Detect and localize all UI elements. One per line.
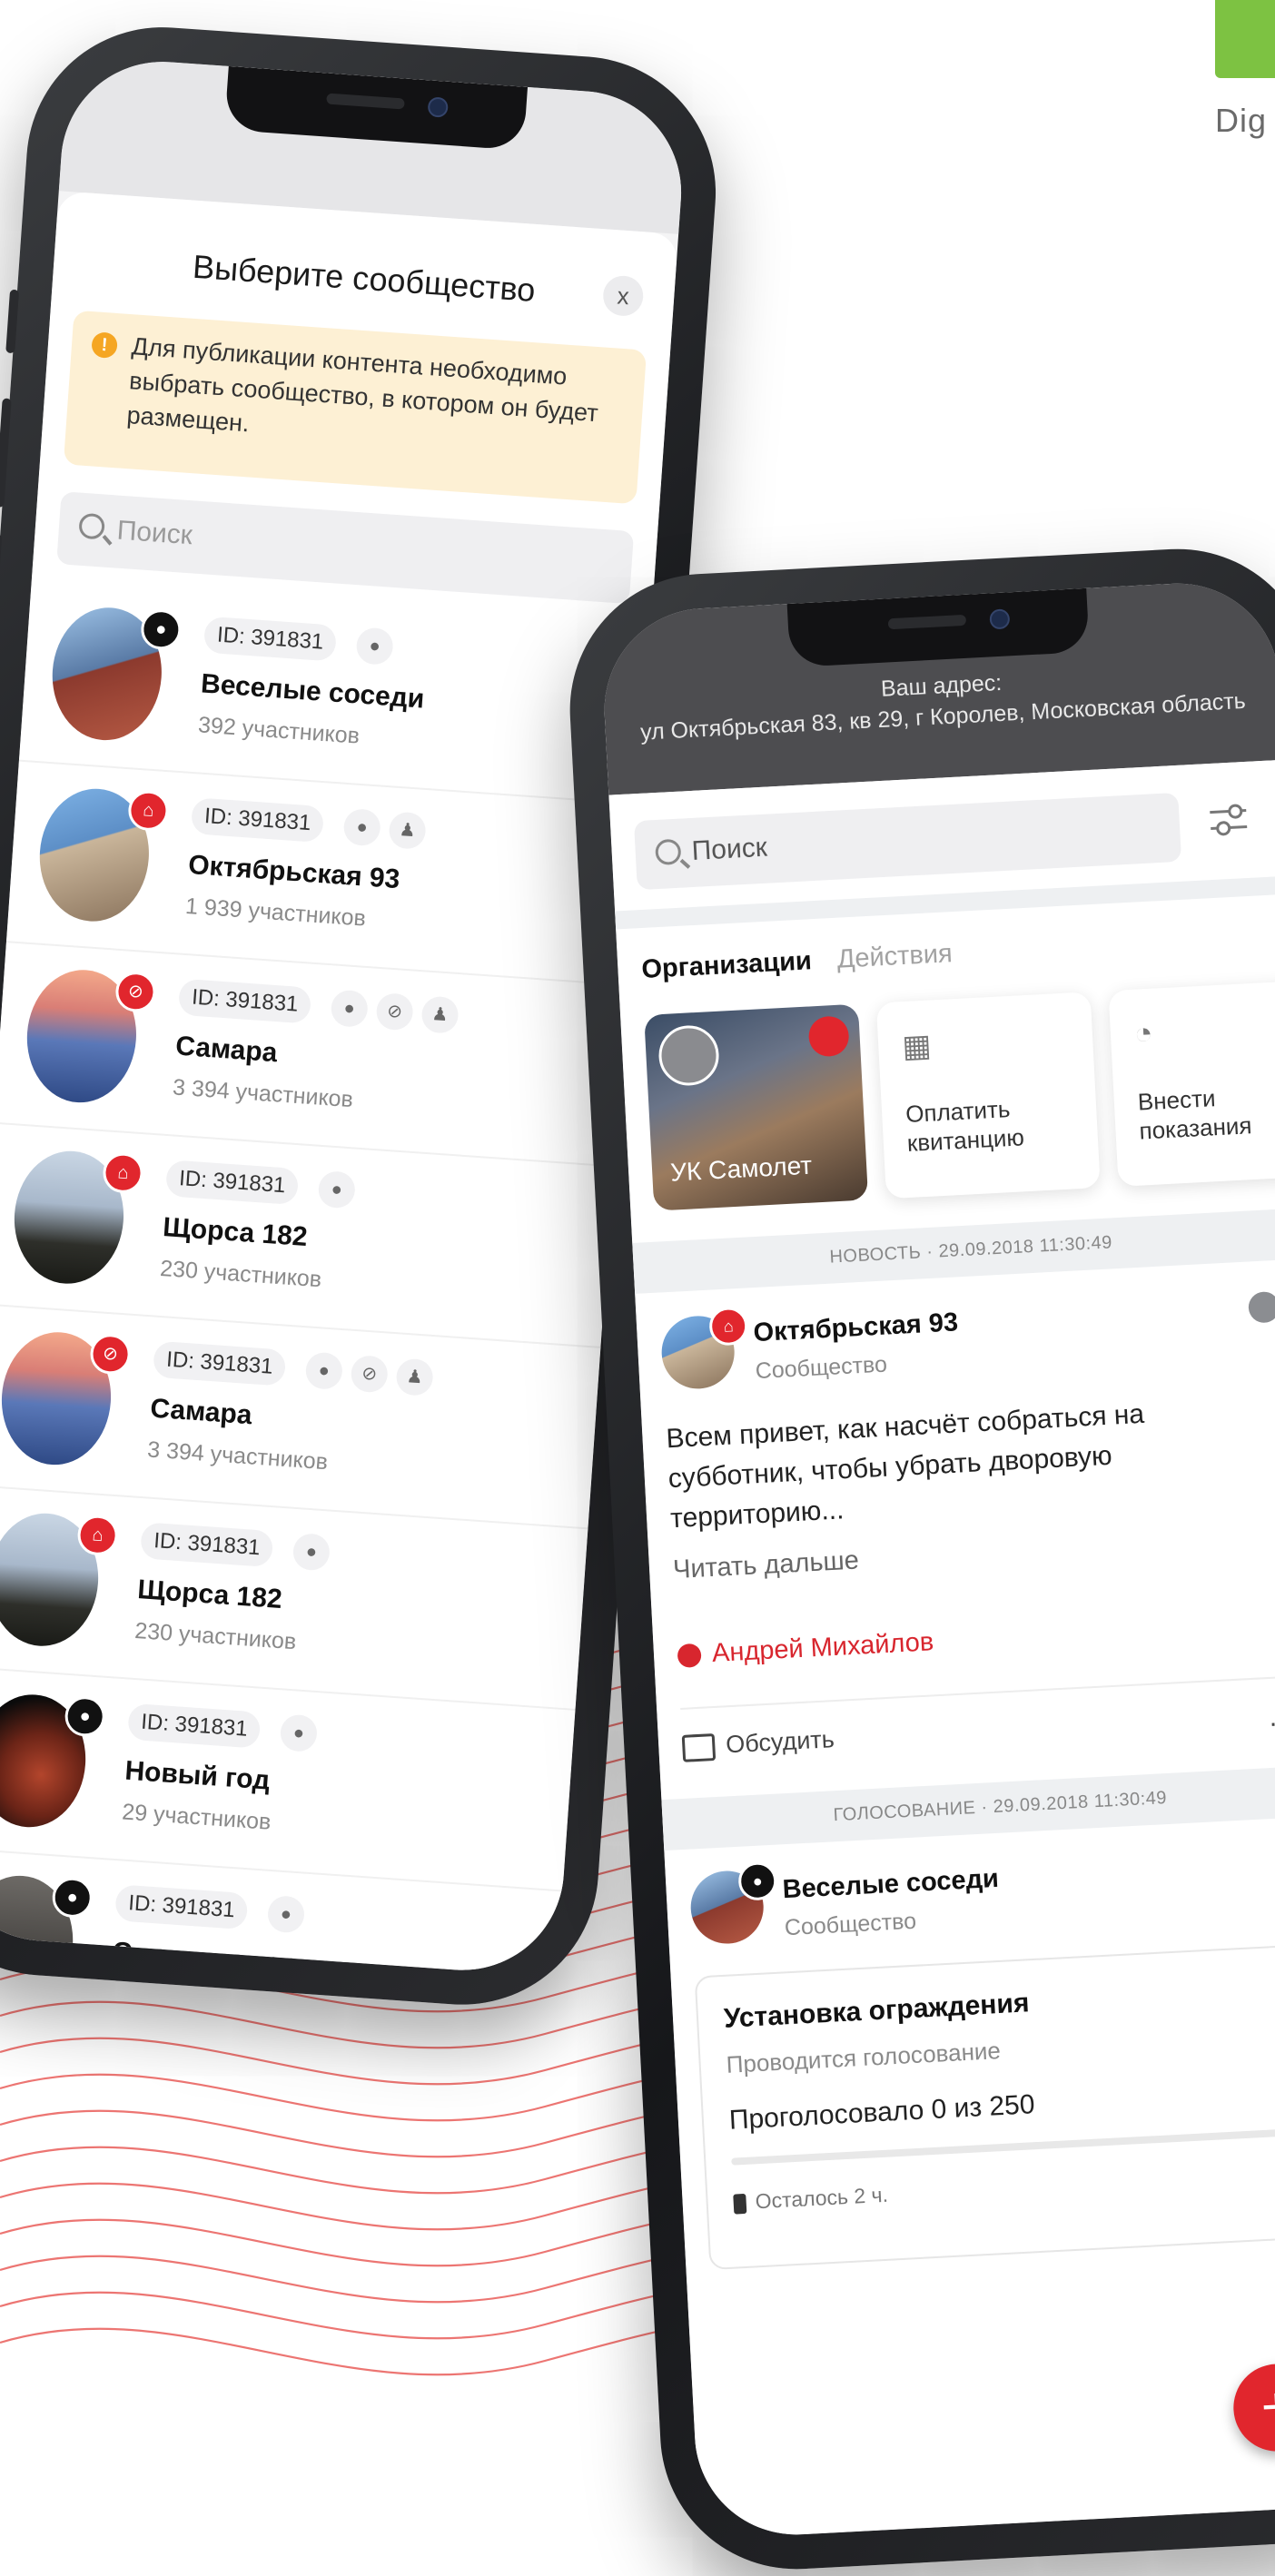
search-input[interactable]: Поиск <box>56 491 634 604</box>
community-id: ID: 391831 <box>203 617 338 662</box>
author-name: Андрей Михайлов <box>711 1627 934 1668</box>
search-icon <box>655 839 681 865</box>
post-community-name[interactable]: Веселые соседи <box>782 1864 1000 1905</box>
poll-remaining: Осталось 2 ч. <box>733 2183 889 2216</box>
brand-mark-icon <box>1215 0 1275 78</box>
more-button[interactable]: ... <box>1269 1701 1275 1733</box>
walking-icon: ♟ <box>388 811 427 850</box>
feed-body: Поиск Организации Действия УК Самолет ▦ … <box>608 760 1275 2540</box>
add-post-button[interactable]: + <box>1231 2362 1275 2453</box>
filter-icon[interactable] <box>1210 804 1248 836</box>
post-author[interactable]: Андрей Михайлов <box>677 1627 934 1671</box>
community-members: 3 394 участников <box>146 1436 329 1476</box>
community-id: ID: 391831 <box>153 1341 287 1387</box>
poll-title: Установка ограждения <box>723 1988 1030 2035</box>
community-list: ● ID: 391831 ● Веселые соседи 392 участн… <box>0 580 651 1977</box>
volume-up-button <box>0 398 12 507</box>
location-pin-icon: ● <box>342 808 381 847</box>
community-id: ID: 391831 <box>140 1522 274 1567</box>
hidden-icon: ⊘ <box>350 1355 389 1394</box>
hidden-icon: ⊘ <box>375 992 414 1031</box>
location-pin-icon: ● <box>267 1895 306 1934</box>
phone-feed: Ваш адрес: ул Октябрьская 83, кв 29, г К… <box>563 542 1275 2576</box>
action-label: Оплатить квитанцию <box>904 1091 1085 1158</box>
post-community-type: Сообщество <box>755 1352 888 1386</box>
community-members: 29 участников <box>121 1799 272 1835</box>
location-pin-icon: ● <box>305 1351 344 1390</box>
location-pin-icon: ● <box>330 989 369 1028</box>
community-name: Смешные картинки <box>111 1937 374 1977</box>
search-placeholder: Поиск <box>691 833 768 867</box>
community-members: 230 участников <box>133 1618 297 1655</box>
tab-organizations[interactable]: Организации <box>641 946 813 984</box>
warning-banner: ! Для публикации контента необходимо выб… <box>64 311 647 505</box>
screen: Ваш адрес: ул Октябрьская 83, кв 29, г К… <box>599 578 1275 2540</box>
location-pin-icon: ● <box>317 1170 356 1209</box>
community-name: Веселые соседи <box>200 668 425 715</box>
community-id: ID: 391831 <box>165 1160 300 1205</box>
poll-count: Проголосовало 0 из 250 <box>728 2089 1035 2137</box>
receipt-icon: ▦ <box>901 1028 932 1066</box>
community-id: ID: 391831 <box>114 1884 249 1930</box>
community-members: 1 939 участников <box>184 893 367 933</box>
community-name: Щорса 182 <box>162 1212 308 1253</box>
discuss-button[interactable]: Обсудить <box>682 1725 835 1762</box>
action-label: Внести показания <box>1137 1078 1275 1145</box>
community-name: Октябрьская 93 <box>187 850 400 895</box>
location-pin-icon: ● <box>292 1533 331 1572</box>
volume-down-button <box>0 534 2 643</box>
org-avatar <box>657 1024 720 1087</box>
divider <box>680 1675 1275 1710</box>
discuss-label: Обсудить <box>726 1725 835 1758</box>
sheet-title: Выберите сообщество <box>53 238 675 320</box>
action-card-readings[interactable]: ◔ Внести показания <box>1108 980 1275 1187</box>
read-more-link[interactable]: Читать дальше <box>672 1545 859 1585</box>
warning-text: Для публикации контента необходимо выбра… <box>125 329 622 466</box>
exclamation-icon: ! <box>91 331 118 359</box>
screen: Выберите сообщество x ! Для публикации к… <box>0 55 688 1978</box>
comment-icon <box>682 1733 717 1762</box>
remaining-text: Осталось 2 ч. <box>755 2183 889 2214</box>
community-members: 392 участников <box>197 712 361 749</box>
org-card[interactable]: УК Самолет <box>644 1004 868 1211</box>
community-name: Самара <box>149 1394 252 1432</box>
address-block[interactable]: Ваш адрес: ул Октябрьская 83, кв 29, г К… <box>621 654 1263 749</box>
location-pin-icon: ● <box>280 1713 319 1752</box>
search-placeholder: Поиск <box>116 516 193 552</box>
community-name: Самара <box>174 1031 278 1069</box>
community-id: ID: 391831 <box>178 979 312 1024</box>
user-icon <box>677 1643 701 1668</box>
community-name: Щорса 182 <box>136 1574 282 1615</box>
hourglass-icon <box>733 2194 746 2215</box>
walking-icon: ♟ <box>420 995 460 1034</box>
meter-icon: ◔ <box>1133 1016 1154 1052</box>
location-pin-icon: ● <box>355 627 394 666</box>
bell-icon <box>808 1015 850 1057</box>
post-community-name[interactable]: Октябрьская 93 <box>753 1308 959 1348</box>
community-members: 230 участников <box>159 1256 322 1293</box>
community-picker-sheet: Выберите сообщество x ! Для публикации к… <box>0 191 678 1977</box>
poll-card[interactable]: Установка ограждения Проводится голосова… <box>695 1943 1275 2270</box>
brand-text: Dig <box>1215 102 1267 140</box>
community-id: ID: 391831 <box>191 797 325 843</box>
action-card-pay[interactable]: ▦ Оплатить квитанцию <box>876 992 1101 1199</box>
walking-icon: ♟ <box>395 1357 434 1397</box>
org-label: УК Самолет <box>669 1150 813 1189</box>
search-input[interactable]: Поиск <box>634 793 1181 890</box>
poll-status: Проводится голосование <box>726 2037 1002 2079</box>
tab-actions[interactable]: Действия <box>836 939 954 974</box>
community-name: Новый год <box>124 1756 271 1797</box>
search-icon <box>78 513 105 540</box>
org-tabs: Организации Действия <box>641 939 954 985</box>
poll-progress-bar <box>731 2128 1275 2166</box>
community-id: ID: 391831 <box>127 1703 262 1749</box>
post-text: Всем привет, как насчёт собраться на суб… <box>665 1387 1275 1539</box>
post-community-type: Сообщество <box>784 1909 917 1942</box>
community-members: 3 394 участников <box>172 1074 354 1113</box>
location-pin-icon[interactable] <box>1248 1291 1275 1324</box>
